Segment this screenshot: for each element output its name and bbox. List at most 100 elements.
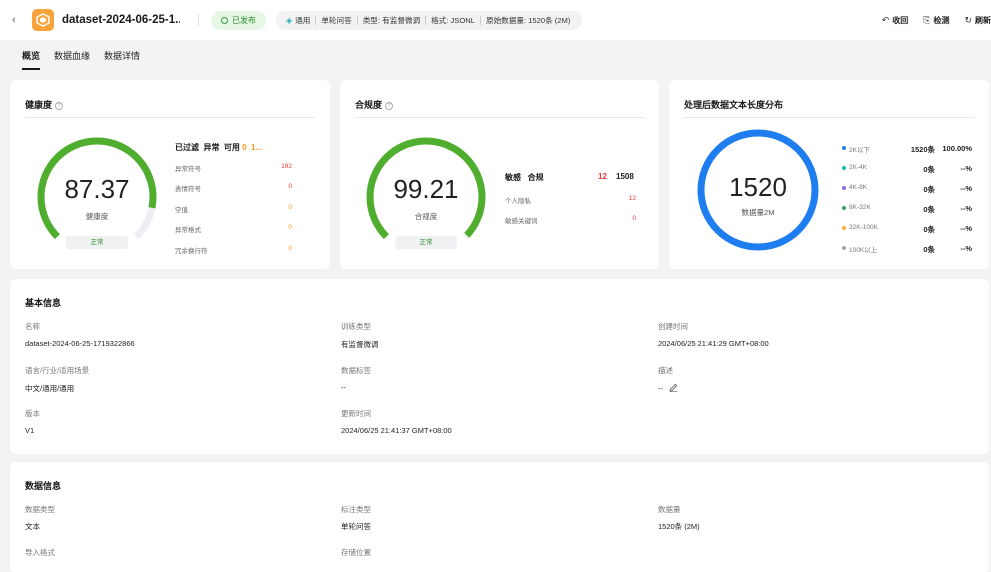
distribution-title: 处理后数据文本长度分布 [684,100,784,110]
divider [198,14,199,26]
collapse-label: 收回 [892,15,909,25]
status-text: 已发布 [232,15,256,25]
field-label: 训练类型 [341,322,371,331]
tag-general: 通用 [295,15,311,25]
bucket-pct: --% [960,224,972,233]
tag-qa: 单轮问答 [321,15,352,25]
stat-label: 表情符号 [175,186,201,193]
health-card: 健康度? 87.37 健康度 正常 已过滤 异常 可用 0 1... 异常符号 … [10,80,330,269]
collapse-button[interactable]: ↶ 收回 [882,15,909,26]
bucket-name: 32K-100K [849,224,878,231]
field-label: 数据类型 [25,505,55,514]
field-value-volume: 1520条 (2M) [658,522,700,531]
compliance-value: 99.21 [393,174,459,204]
back-icon[interactable]: ‹ [12,14,26,26]
stack-icon: ◈ [286,15,293,25]
health-value: 87.37 [64,174,130,204]
legend-dot [842,206,846,210]
tag-original-volume: 原始数据量: 1520条 (2M) [485,15,571,25]
bucket-name: 2K-4K [849,164,868,171]
field-label: 标注类型 [341,505,371,514]
tab-overview[interactable]: 概览 [22,40,41,74]
dataset-title: dataset-2024-06-25-1... [62,14,180,26]
refresh-icon: ↻ [964,14,972,25]
bucket-pct: --% [960,164,972,173]
field-label: 更新时间 [341,409,371,418]
tab-details[interactable]: 数据详情 [104,40,140,74]
stat-value: 12 [628,195,636,202]
field-label: 数据量 [658,505,681,514]
field-label: 创建时间 [658,322,688,331]
legend-dot [842,226,846,230]
stat-label: 异常符号 [175,166,201,173]
compliance-stat-header: 敏感 合规 [505,173,544,182]
distribution-value: 1520 [729,172,787,202]
compliance-label: 合规度 [414,212,438,221]
field-label: 语言/行业/适用场景 [25,366,90,375]
field-label: 描述 [658,366,673,375]
stat-label: 空值 [175,207,188,214]
distribution-label: 数据量2M [741,208,775,217]
stat-value: 0 [288,224,292,231]
bucket-count: 0条 [923,245,935,254]
field-value-name: dataset-2024-06-25-1719322866 [25,339,135,348]
legend-dot [842,186,846,190]
health-label: 健康度 [85,212,109,221]
basic-info-title: 基本信息 [25,298,62,308]
field-value-train: 有监督微调 [341,340,379,349]
legend-dot [842,146,846,150]
bucket-pct: --% [960,244,972,253]
field-label: 导入格式 [25,548,55,557]
stat-value: 0 [632,215,636,222]
stat-value: 0 [288,204,292,211]
bucket-pct: --% [960,204,972,213]
bucket-name: 8K-32K [849,204,871,211]
field-value-created: 2024/06/25 21:41:29 GMT+08:00 [658,339,769,348]
field-value-tag: -- [341,383,346,392]
refresh-label: 刷新 [975,15,991,25]
data-info-card: 数据信息 数据类型 文本 标注类型 单轮问答 数据量 1520条 (2M) 导入… [10,462,989,572]
compliance-title: 合规度? [355,98,394,111]
tab-bar: 概览 数据血缘 数据详情 [0,40,991,74]
field-value-desc: -- [658,383,678,394]
tag-type: 类型: 有监督微调 [362,15,421,25]
bucket-pct: 100.00% [942,144,972,153]
edit-icon[interactable] [669,383,678,394]
dataset-info-pill: ◈ 通用 单轮问答 类型: 有监督微调 格式: JSONL 原始数据量: 152… [276,10,583,30]
stat-value: 0 [288,245,292,252]
health-gauge: 87.37 健康度 正常 [32,132,162,262]
stat-label: 敏感关键词 [505,218,538,225]
bucket-name: 100K以上 [849,247,878,254]
bucket-count: 0条 [923,165,935,174]
status-badge: 已发布 [211,10,266,30]
field-value-dtype: 文本 [25,522,40,531]
basic-info-card: 基本信息 名称 dataset-2024-06-25-1719322866 训练… [10,279,989,454]
health-status: 正常 [66,236,128,249]
bucket-count: 0条 [923,205,935,214]
help-icon[interactable]: ? [385,102,394,110]
help-icon[interactable]: ? [55,102,64,110]
data-info-title: 数据信息 [25,481,62,491]
tab-lineage[interactable]: 数据血缘 [54,40,90,74]
field-value-updated: 2024/06/25 21:41:37 GMT+08:00 [341,426,452,435]
top-bar: ‹ dataset-2024-06-25-1... 已发布 ◈ 通用 单轮问答 … [0,0,991,40]
inspect-icon: ⎘ [923,14,931,25]
legend-dot [842,166,846,170]
field-value-anno: 单轮问答 [341,522,371,531]
bucket-name: 2K以下 [849,147,870,154]
legend-dot [842,246,846,250]
check-button[interactable]: ⎘ 检测 [923,15,949,26]
refresh-button[interactable]: ↻ 刷新 [964,15,991,26]
dataset-icon [32,9,54,31]
compliance-status: 正常 [395,236,457,249]
stat-value: 0 [288,183,292,190]
stat-label: 异常格式 [175,227,201,234]
compliance-card: 合规度? 99.21 合规度 正常 敏感 合规 12 1508 个人隐私 12 … [340,80,659,269]
bucket-name: 4K-8K [849,184,868,191]
health-title: 健康度? [25,98,64,111]
field-label: 存储位置 [341,548,371,557]
compliance-gauge: 99.21 合规度 正常 [361,132,491,262]
bucket-count: 0条 [923,225,935,234]
field-label: 版本 [25,409,40,418]
undo-icon: ↶ [881,14,890,25]
